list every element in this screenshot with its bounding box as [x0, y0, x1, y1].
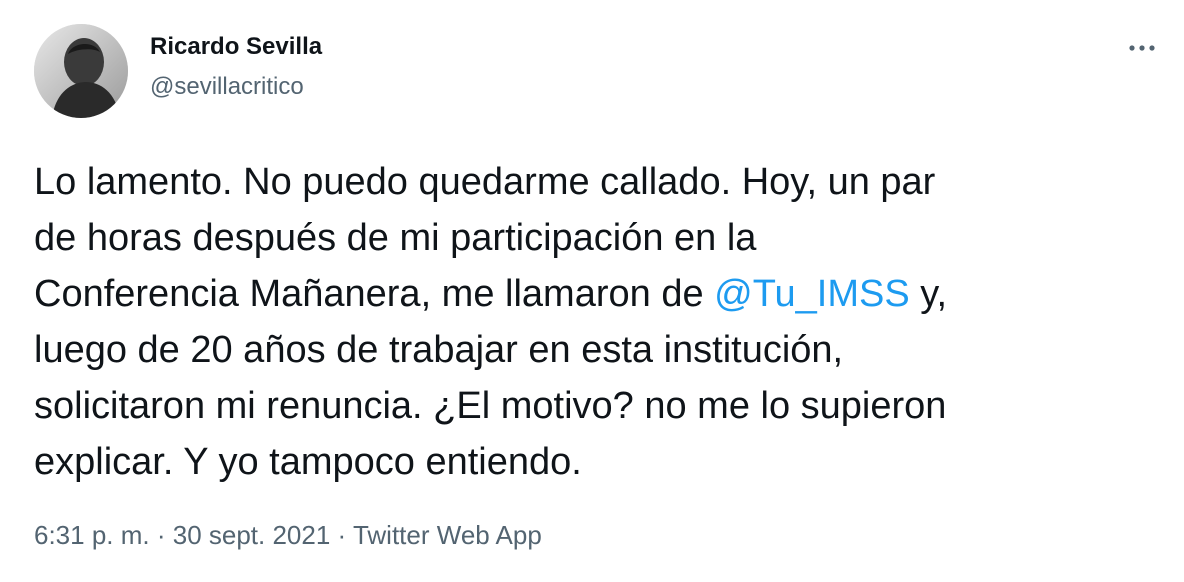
tweet-card: Ricardo Sevilla @sevillacritico Lo lamen…: [0, 0, 1184, 582]
author-name[interactable]: Ricardo Sevilla: [150, 32, 322, 62]
tweet-text-segment: y,: [909, 273, 947, 315]
tweet-text-line: Lo lamento. No puedo quedarme callado. H…: [34, 161, 936, 203]
more-options-button[interactable]: [1122, 36, 1162, 60]
mention-link[interactable]: @Tu_IMSS: [714, 273, 910, 315]
tweet-text-line: Conferencia Mañanera, me llamaron de @Tu…: [34, 266, 1154, 322]
timestamp-date[interactable]: 30 sept. 2021: [173, 520, 331, 550]
meta-separator: ·: [149, 520, 173, 550]
more-horizontal-icon: [1129, 45, 1155, 51]
avatar[interactable]: [34, 24, 128, 118]
tweet-text-line: de horas después de mi participación en …: [34, 217, 757, 259]
tweet-text: Lo lamento. No puedo quedarme callado. H…: [34, 154, 1154, 490]
tweet-source: Twitter Web App: [352, 520, 542, 550]
meta-separator: ·: [330, 520, 353, 550]
tweet-text-line: luego de 20 años de trabajar en esta ins…: [34, 329, 844, 371]
timestamp-time[interactable]: 6:31 p. m.: [34, 520, 150, 550]
tweet-metadata: 6:31 p. m. · 30 sept. 2021 · Twitter Web…: [34, 518, 542, 552]
avatar-image: [34, 24, 128, 118]
tweet-text-line: solicitaron mi renuncia. ¿El motivo? no …: [34, 385, 947, 427]
tweet-text-segment: Conferencia Mañanera, me llamaron de: [34, 273, 715, 315]
author-handle[interactable]: @sevillacritico: [150, 72, 304, 102]
tweet-text-line: explicar. Y yo tampoco entiendo.: [34, 441, 582, 483]
